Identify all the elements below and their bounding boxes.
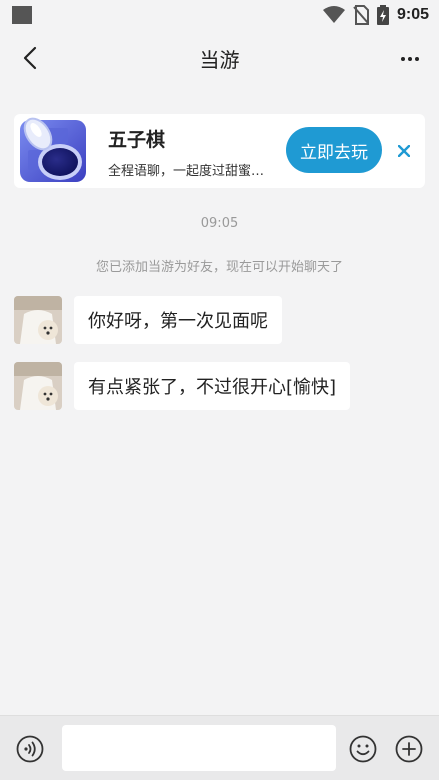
emoji-icon	[349, 735, 377, 763]
emoji-button[interactable]	[348, 734, 378, 764]
battery-charging-icon	[376, 5, 389, 25]
more-dots-icon	[401, 57, 419, 61]
more-button[interactable]	[395, 44, 425, 74]
message-row: 你好呀，第一次见面呢	[14, 296, 282, 344]
notification-icon	[12, 6, 32, 24]
game-name: 五子棋	[108, 129, 166, 151]
system-notice: 您已添加当游为好友，现在可以开始聊天了	[95, 260, 343, 275]
chat-header: 当游	[0, 30, 439, 86]
more-actions-button[interactable]	[394, 734, 424, 764]
no-sim-icon	[353, 5, 369, 25]
wifi-icon	[322, 6, 345, 23]
chat-timestamp: 09:05	[200, 216, 239, 231]
input-bar	[0, 715, 439, 780]
avatar[interactable]	[14, 296, 62, 344]
message-bubble[interactable]: 有点紧张了，不过很开心[愉快]	[74, 362, 351, 410]
close-card-button[interactable]	[395, 142, 413, 160]
play-now-button[interactable]: 立即去玩	[286, 127, 382, 173]
message-bubble[interactable]: 你好呀，第一次见面呢	[74, 296, 282, 344]
plus-icon	[395, 735, 423, 763]
message-row: 有点紧张了，不过很开心[愉快]	[14, 362, 351, 410]
message-input[interactable]	[62, 725, 336, 771]
status-time: 9:05	[396, 6, 429, 23]
avatar-image	[14, 296, 62, 344]
close-icon	[398, 145, 410, 157]
status-indicators: 9:05	[322, 4, 429, 26]
game-description: 全程语聊，一起度过甜蜜…	[108, 164, 265, 179]
gomoku-game-icon	[20, 117, 86, 182]
voice-button[interactable]	[15, 734, 45, 764]
voice-icon	[16, 735, 44, 763]
game-promo-card[interactable]: 五子棋 全程语聊，一起度过甜蜜… 立即去玩	[14, 114, 425, 188]
avatar[interactable]	[14, 362, 62, 410]
page-title: 当游	[199, 48, 240, 72]
status-bar: 9:05	[0, 0, 439, 30]
avatar-image	[14, 362, 62, 410]
